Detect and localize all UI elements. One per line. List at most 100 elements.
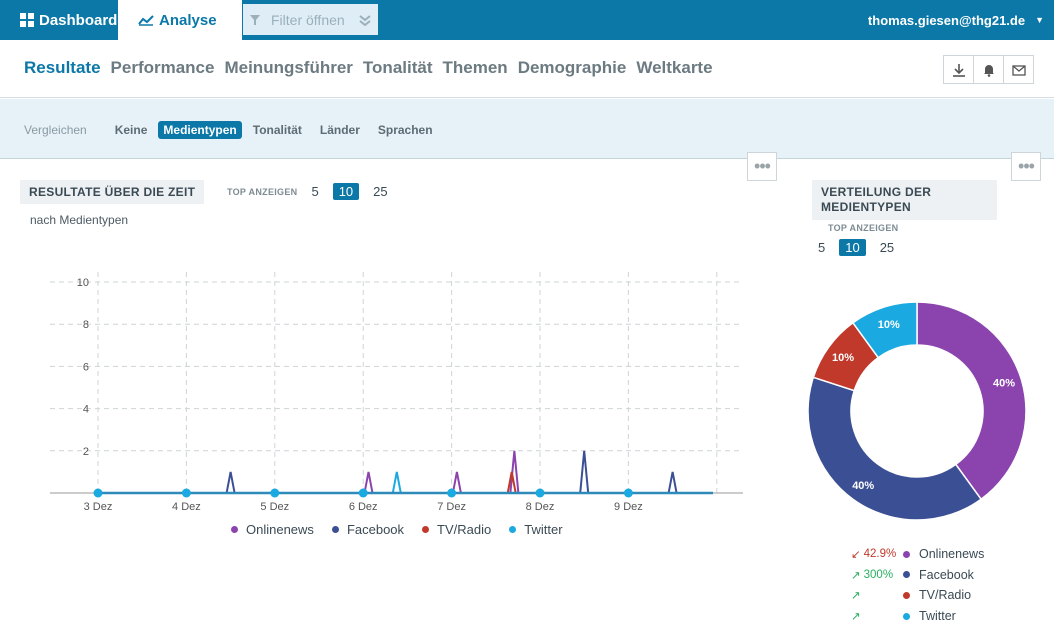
alert-button[interactable] <box>973 55 1004 84</box>
table-row: ↗ 300% Facebook <box>851 565 984 586</box>
x-tick-label: 4 Dez <box>172 501 201 513</box>
x-tick-label: 9 Dez <box>614 501 643 513</box>
y-tick-label: 10 <box>77 277 89 289</box>
distribution-top-5[interactable]: 5 <box>818 240 825 255</box>
envelope-icon <box>1011 64 1026 76</box>
legend-label: Onlinenews <box>246 522 314 537</box>
data-point <box>535 488 545 498</box>
trend-cell: ↗ <box>851 588 903 602</box>
series-spike <box>667 471 678 494</box>
trend-value: 42.9% <box>863 548 897 561</box>
top-bar: Dashboard Analyse Filter öffnen thomas.g… <box>0 0 1054 40</box>
download-button[interactable] <box>943 55 974 84</box>
nav-tonalitaet[interactable]: Tonalität <box>363 58 433 78</box>
ellipsis-icon: ••• <box>1018 156 1035 176</box>
distribution-title-line1: VERTEILUNG DER <box>821 185 932 199</box>
line-chart-icon <box>138 15 154 26</box>
donut-slice <box>807 376 983 521</box>
tab-dashboard-label: Dashboard <box>39 11 118 29</box>
user-menu[interactable]: thomas.giesen@thg21.de ▼ <box>868 0 1044 40</box>
legend-onlinenews[interactable]: Onlinenews <box>231 522 314 537</box>
legend-facebook[interactable]: Facebook <box>331 522 405 537</box>
compare-sprachen[interactable]: Sprachen <box>378 123 433 137</box>
caret-down-icon: ▼ <box>1035 15 1044 25</box>
results-over-time-chart: 2 4 6 8 10 3 Dez 4 Dez 5 Dez 6 Dez 7 Dez 8 Dez 9 De… <box>50 272 743 513</box>
compare-laender[interactable]: Länder <box>320 123 360 137</box>
y-tick-label: 8 <box>83 319 89 331</box>
arrow-down-left-icon: ↙ <box>851 549 861 562</box>
nav-performance[interactable]: Performance <box>111 58 215 78</box>
table-row: ↗ TV/Radio <box>851 585 984 606</box>
media-type-donut-chart: 40% 40% 10% 10% <box>807 301 1027 521</box>
data-point <box>447 488 457 498</box>
compare-label: Vergleichen <box>24 123 87 137</box>
distribution-top-label: TOP ANZEIGEN <box>828 223 899 233</box>
trend-cell: ↙ 42.9% <box>851 547 903 561</box>
distribution-more-button[interactable]: ••• <box>1011 152 1041 181</box>
y-tick-label: 2 <box>83 446 89 458</box>
distribution-top-25[interactable]: 25 <box>880 240 894 255</box>
filter-open-button[interactable]: Filter öffnen <box>243 4 378 35</box>
distribution-title: VERTEILUNG DER MEDIENTYPEN <box>812 180 997 220</box>
distribution-top-selector: 5 10 25 <box>818 239 894 256</box>
nav-demographie[interactable]: Demographie <box>518 58 627 78</box>
legend-twitter[interactable]: Twitter <box>509 522 563 537</box>
timeline-top-selector: TOP ANZEIGEN 5 10 25 <box>227 183 388 200</box>
filter-icon <box>250 14 260 25</box>
x-tick-label: 7 Dez <box>437 501 466 513</box>
distribution-title-line2: MEDIENTYPEN <box>821 200 911 214</box>
slice-label: 10% <box>832 352 854 364</box>
timeline-top-25[interactable]: 25 <box>373 184 387 199</box>
timeline-title: RESULTATE ÜBER DIE ZEIT <box>20 180 205 204</box>
x-tick-label: 3 Dez <box>84 501 113 513</box>
data-point <box>181 488 191 498</box>
legend-tvradio[interactable]: TV/Radio <box>422 522 491 537</box>
series-spike <box>579 450 590 494</box>
donut-slice <box>916 301 1027 501</box>
timeline-top-10[interactable]: 10 <box>332 183 360 200</box>
data-point <box>93 488 103 498</box>
compare-tonalitaet[interactable]: Tonalität <box>253 123 302 137</box>
compare-medientypen[interactable]: Medientypen <box>158 121 242 139</box>
media-type-name: Twitter <box>919 609 956 624</box>
nav-resultate[interactable]: Resultate <box>24 58 101 78</box>
ellipsis-icon: ••• <box>754 156 771 176</box>
distribution-top-10[interactable]: 10 <box>839 239 866 256</box>
data-point <box>270 488 280 498</box>
tab-dashboard[interactable]: Dashboard <box>0 0 118 40</box>
filter-label: Filter öffnen <box>271 11 345 28</box>
nav-themen[interactable]: Themen <box>443 58 508 78</box>
data-point <box>623 488 633 498</box>
tab-analyse[interactable]: Analyse <box>118 0 242 40</box>
email-button[interactable] <box>1003 55 1034 84</box>
timeline-more-button[interactable]: ••• <box>747 152 777 181</box>
series-spike <box>391 471 402 494</box>
legend-label: TV/Radio <box>437 522 492 537</box>
x-tick-label: 8 Dez <box>526 501 555 513</box>
slice-label: 40% <box>993 378 1015 390</box>
timeline-legend: Onlinenews Facebook TV/Radio Twitter <box>231 522 563 537</box>
nav-weltkarte[interactable]: Weltkarte <box>636 58 712 78</box>
legend-label: Twitter <box>524 522 563 537</box>
media-type-name: TV/Radio <box>919 588 972 603</box>
slice-label: 40% <box>852 480 874 492</box>
tab-analyse-label: Analyse <box>159 11 217 29</box>
sub-navigation: Resultate Performance Meinungsführer Ton… <box>0 40 1054 98</box>
y-tick-label: 6 <box>83 361 89 373</box>
table-row: ↙ 42.9% Onlinenews <box>851 544 984 565</box>
x-tick-label: 6 Dez <box>349 501 378 513</box>
nav-meinungsfuehrer[interactable]: Meinungsführer <box>224 58 352 78</box>
legend-label: Facebook <box>346 522 405 537</box>
arrow-up-right-icon: ↗ <box>851 569 861 582</box>
data-point <box>358 488 368 498</box>
media-type-name: Facebook <box>919 567 974 582</box>
trend-cell: ↗ 300% <box>851 568 903 582</box>
download-icon <box>952 63 965 77</box>
distribution-table: ↙ 42.9% Onlinenews ↗ 300% Facebook ↗ TV/Ra… <box>851 544 984 626</box>
timeline-top-label: TOP ANZEIGEN <box>227 186 298 197</box>
arrow-up-right-icon: ↗ <box>851 611 861 624</box>
timeline-top-5[interactable]: 5 <box>311 184 318 199</box>
chevron-down-icon <box>359 14 371 26</box>
compare-keine[interactable]: Keine <box>115 123 148 137</box>
user-email: thomas.giesen@thg21.de <box>867 12 1026 28</box>
